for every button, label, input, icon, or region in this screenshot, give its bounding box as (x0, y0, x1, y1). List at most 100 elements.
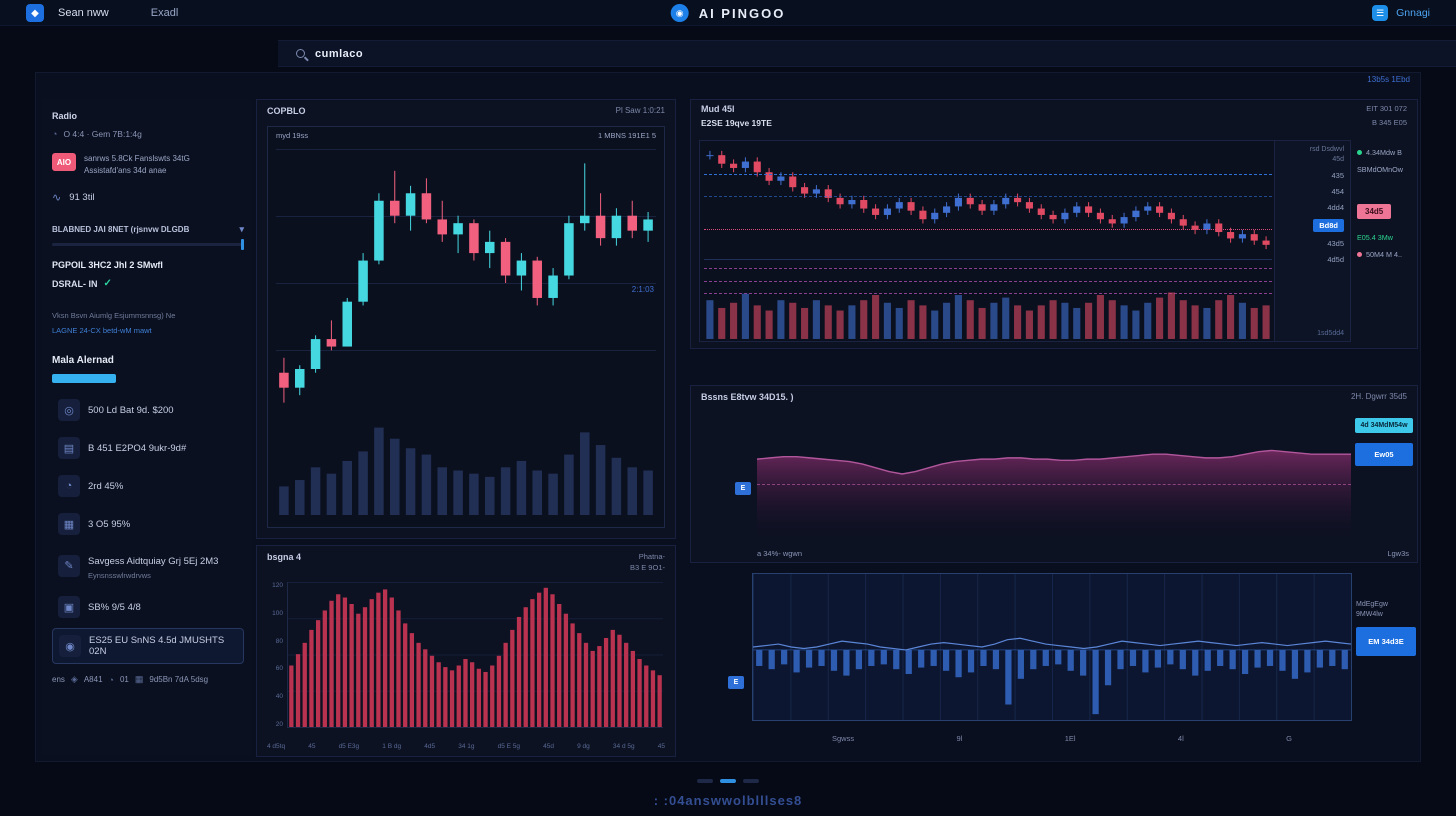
sell-price-badge[interactable]: 34d5 (1357, 204, 1391, 219)
search-bar[interactable]: cumlaco (278, 40, 1456, 67)
axis-badge: E (735, 482, 751, 495)
volume-label: B 345 E05 (1372, 118, 1407, 128)
topbar: ◆ Sean nww Exadl ◉ AI PINGOO ☰ Gnnagi (0, 0, 1456, 26)
alerts-heading: Mala Alernad (52, 355, 244, 366)
strategy-dropdown-label: BLABNED JAI 8NET (rjsnvw DLGDB (52, 225, 189, 234)
red-histogram-chart[interactable] (287, 582, 663, 728)
sidebar-section-label: Radio (52, 111, 244, 121)
login-link[interactable]: Gnnagi (1396, 7, 1430, 19)
shield-icon: ◈ (71, 674, 78, 685)
sidebar-item-winrate[interactable]: ▦ 3 O5 95% (52, 507, 244, 541)
pagination-dot[interactable] (743, 779, 759, 783)
sidebar-meta-row: ◔ O 4:4 · Gem 7B:1:4g (52, 129, 244, 139)
topbar-center: ◉ AI PINGOO (671, 0, 786, 26)
detail-candlestick-panel: Mud 45l EIT 301 072 E2SE 19qve 19TE B 34… (690, 99, 1418, 349)
current-price-badge[interactable]: Bd8d (1313, 219, 1344, 232)
panel-header: COPBLO Pl Saw 1:0:21 (257, 100, 675, 118)
sidebar-item-strategy[interactable]: ✎ Savgess Aidtquiay Grj 5Ej 2M3 Eynsnssw… (52, 545, 244, 586)
nav-item-scan[interactable]: Sean nww (58, 7, 109, 19)
mean-line (757, 484, 1351, 485)
price-note: 2:1:03 (632, 285, 654, 294)
topbar-left: ◆ Sean nww Exadl (26, 0, 178, 26)
sidebar-item-markets[interactable]: ◉ ES25 EU SnNS 4.5d JMUSHTS 02N (52, 628, 244, 664)
y-axis-labels: 120 100 80 60 40 20 (267, 582, 287, 728)
clock-small-icon: ◔ (109, 675, 114, 685)
app-logo-icon[interactable]: ◆ (26, 4, 44, 22)
sidebar-item-uptime[interactable]: ◔ 2rd 45% (52, 469, 244, 503)
timer-icon: ◔ (52, 129, 57, 139)
stack-icon: ▦ (58, 513, 80, 535)
panel-note: 2H. Dgwrr 35d5 (1351, 392, 1407, 401)
strategy-dropdown[interactable]: BLABNED JAI 8NET (rjsnvw DLGDB ▾ (52, 224, 244, 235)
blue-linebar-chart[interactable] (752, 573, 1352, 721)
details-link[interactable]: LAGNE 24-CX betd-wM mawt (52, 326, 244, 335)
grid-icon: ▦ (135, 674, 144, 685)
slider-thumb[interactable] (241, 239, 244, 250)
cyan-value-badge[interactable]: 4d 34MdM54w (1355, 418, 1413, 433)
progress-fill (52, 374, 116, 383)
chart-symbol: myd 19ss (276, 131, 308, 140)
trading-dashboard: ◆ Sean nww Exadl ◉ AI PINGOO ☰ Gnnagi cu… (0, 0, 1456, 816)
sidebar-item-exchange[interactable]: ▤ B 451 E2PO4 9ukr-9d# (52, 431, 244, 465)
purple-area-chart[interactable] (757, 412, 1351, 536)
panel-meta: Phatna- B3 E 9O1- (630, 552, 665, 572)
right-volume-chart (704, 290, 1272, 339)
chart-subheader: myd 19ss 1 MBNS 191E1 5 (268, 127, 664, 144)
band-line-upper (704, 268, 1272, 269)
green-dot-icon (1357, 150, 1362, 155)
pagination-dot[interactable] (697, 779, 713, 783)
alert-text: sanrws 5.8Ck Fanslswts 34tG Assistafd'an… (84, 153, 190, 177)
price-scale: rsd Dsdwvl 45d 435 454 4dd4 Bd8d 43d5 4d… (1275, 140, 1351, 342)
panel-title: COPBLO (267, 106, 306, 116)
pen-icon: ✎ (58, 555, 80, 577)
footer-left-label: a 34%- wgwn (757, 549, 802, 558)
search-input[interactable]: cumlaco (315, 48, 363, 60)
globe-icon: ◉ (59, 635, 81, 657)
topbar-right: ☰ Gnnagi (1372, 0, 1430, 26)
sidebar-slider[interactable] (52, 243, 244, 246)
chart-body: rsd Dsdwvl 45d 435 454 4dd4 Bd8d 43d5 4d… (699, 140, 1413, 342)
panel-header: bsgna 4 Phatna- B3 E 9O1- (257, 546, 675, 574)
candlestick-chart-frame: myd 19ss 1 MBNS 191E1 5 2:1:03 (267, 126, 665, 528)
nav-item-exadl[interactable]: Exadl (151, 7, 179, 19)
panel-title: Mud 45l (701, 104, 735, 114)
side-text-1: MdEgEgw (1356, 601, 1416, 608)
blue-action-badge[interactable]: EM 34d3E (1356, 627, 1416, 656)
footer-text: : :04answwolblllses8 (0, 793, 1456, 808)
chart-line-icon: ∿ (52, 191, 61, 204)
description-line: Vksn Bsvn Aiumlg Esjummsnnsg) Ne (52, 311, 244, 320)
center-candles-chart[interactable] (276, 149, 656, 417)
footer-right-label: Lgw3s (1387, 549, 1409, 558)
image-icon: ▣ (58, 596, 80, 618)
blue-value-badge[interactable]: Ew05 (1355, 443, 1413, 466)
market-candlestick-panel: COPBLO Pl Saw 1:0:21 myd 19ss 1 MBNS 191… (256, 99, 676, 539)
histogram-body: 120 100 80 60 40 20 (267, 582, 663, 728)
panel-status: Pl Saw 1:0:21 (616, 106, 665, 115)
sidebar-item-balance[interactable]: ◎ 500 Ld Bat 9d. $200 (52, 393, 244, 427)
strategy-title: PGPOIL 3HC2 Jhl 2 SMwfl (52, 260, 244, 270)
legend-item-stop: 50M4 M 4.. (1357, 250, 1413, 259)
legend-item-profit: E05.4 3Mw (1357, 233, 1413, 242)
sidebar-item-ratio[interactable]: ▣ SB% 9/5 4/8 (52, 590, 244, 624)
oscillator-panel: bsgna 4 Phatna- B3 E 9O1- 120 100 80 60 … (256, 545, 676, 757)
scale-footer: 1sd5dd4 (1317, 330, 1344, 337)
axis-badge: E (728, 676, 744, 689)
clock-icon: ◔ (58, 475, 80, 497)
pink-dot-icon (1357, 252, 1362, 257)
side-badges: 4d 34MdM54w Ew05 (1355, 418, 1413, 466)
right-candles-chart[interactable] (704, 145, 1272, 255)
panel-title: Bssns E8tvw 34D15. ) (701, 392, 794, 402)
chat-icon[interactable]: ☰ (1372, 5, 1388, 21)
x-axis-labels: Sgwss 9l 1El 4l G (752, 734, 1352, 743)
alert-badge: AIO (52, 153, 76, 171)
progress-bar (52, 374, 116, 383)
resistance-line (704, 174, 1272, 175)
bank-icon: ▤ (58, 437, 80, 459)
panel-header-row1: Mud 45l EIT 301 072 (691, 100, 1417, 114)
sidebar-alert[interactable]: AIO sanrws 5.8Ck Fanslswts 34tG Assistaf… (52, 153, 244, 177)
sidebar-stat-row[interactable]: ∿ 91 3til (52, 191, 244, 204)
chevron-down-icon: ▾ (239, 224, 244, 235)
pagination-dot-active[interactable] (720, 779, 736, 783)
app-title: AI PINGOO (699, 6, 786, 21)
status-row: DSRAL- IN ✓ (52, 278, 244, 289)
